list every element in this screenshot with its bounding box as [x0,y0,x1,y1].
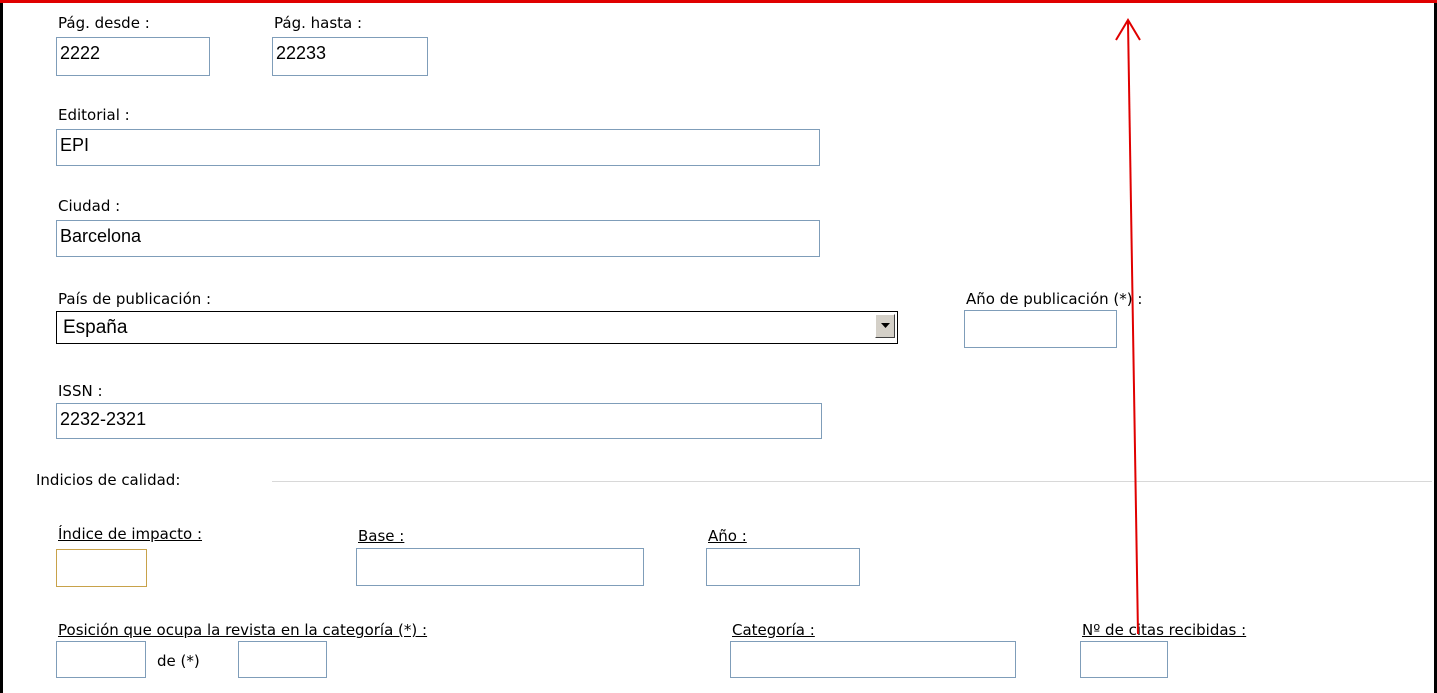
annotation-arrow [1115,18,1141,635]
